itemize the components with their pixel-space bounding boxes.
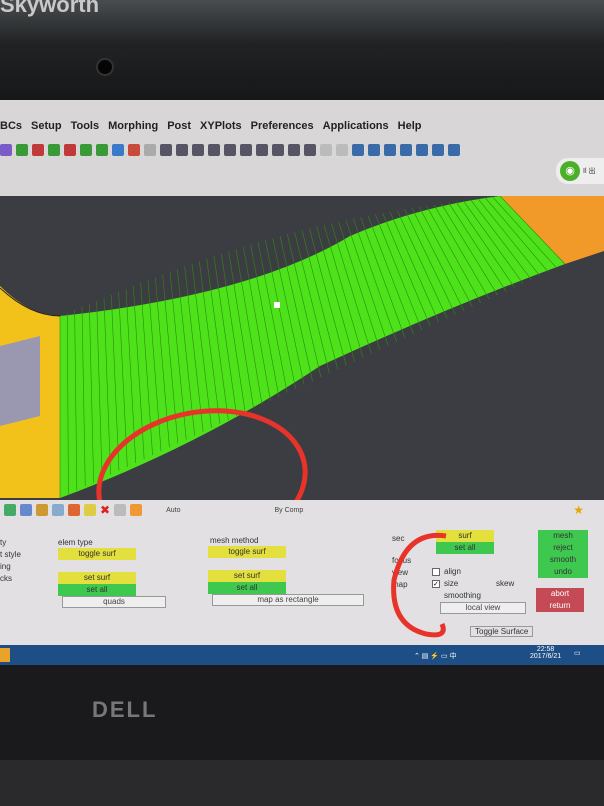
tool-icon[interactable] xyxy=(84,504,96,516)
menu-tools[interactable]: Tools xyxy=(71,120,100,138)
app-icon[interactable] xyxy=(0,648,10,662)
toolbar-icon[interactable] xyxy=(32,144,44,156)
elem-set-surf-button[interactable]: set surf xyxy=(58,572,136,584)
abort-button[interactable]: abort xyxy=(536,588,584,600)
skew-label: skew xyxy=(496,579,515,588)
laptop-bezel: Skyworth xyxy=(0,0,604,110)
undo-button[interactable]: undo xyxy=(538,566,588,578)
left-label: t style xyxy=(0,550,21,559)
toolbar-icon[interactable] xyxy=(240,144,252,156)
toolbar-icon[interactable] xyxy=(112,144,124,156)
menu-post[interactable]: Post xyxy=(167,120,191,138)
menu-applications[interactable]: Applications xyxy=(323,120,389,138)
toolbar-icon[interactable] xyxy=(416,144,428,156)
toolbar-icon[interactable] xyxy=(144,144,156,156)
toolbar-icon[interactable] xyxy=(96,144,108,156)
method-set-surf-button[interactable]: set surf xyxy=(208,570,286,582)
toolbar-icon[interactable] xyxy=(224,144,236,156)
toolbar-icon[interactable] xyxy=(64,144,76,156)
wifi-notification[interactable]: ◉ Il 出 xyxy=(556,158,604,184)
toolbar-icon[interactable] xyxy=(352,144,364,156)
by-comp-dropdown[interactable]: By Comp xyxy=(274,507,303,514)
toolbar-icon[interactable] xyxy=(384,144,396,156)
toolbar-icon[interactable] xyxy=(336,144,348,156)
sticker-brand: Skyworth xyxy=(0,0,100,17)
dell-logo: DELL xyxy=(92,697,158,722)
clock[interactable]: 22:58 2017/6/21 xyxy=(530,646,561,660)
menu-help[interactable]: Help xyxy=(398,120,422,138)
toolbar-icon[interactable] xyxy=(288,144,300,156)
auto-dropdown[interactable]: Auto xyxy=(166,507,180,514)
toolbar-icon[interactable] xyxy=(400,144,412,156)
toolbar-icon[interactable] xyxy=(304,144,316,156)
mesh-method-label: mesh method xyxy=(210,536,259,545)
menu-bcs[interactable]: BCs xyxy=(0,120,22,138)
menu-preferences[interactable]: Preferences xyxy=(251,120,314,138)
toolbar-icon[interactable] xyxy=(80,144,92,156)
toolbar-icon[interactable] xyxy=(160,144,172,156)
tool-icon[interactable] xyxy=(68,504,80,516)
toolbar-icon[interactable] xyxy=(192,144,204,156)
tool-icon[interactable] xyxy=(4,504,16,516)
left-label: ty xyxy=(0,538,7,547)
keyboard-area xyxy=(0,760,604,806)
star-icon[interactable]: ★ xyxy=(573,503,584,517)
toolbar-icon[interactable] xyxy=(0,144,12,156)
toolbar-icon[interactable] xyxy=(16,144,28,156)
elem-toggle-surf-button[interactable]: toggle surf xyxy=(58,548,136,560)
left-label: ing xyxy=(0,562,11,571)
mesh-panel: ✖ Auto By Comp ★ ty t style ing cks elem… xyxy=(0,500,604,645)
windows-taskbar: ⌃ ▤ ⚡ ▭ 中 22:58 2017/6/21 ▭ xyxy=(0,645,604,665)
method-toggle-surf-button[interactable]: toggle surf xyxy=(208,546,286,558)
method-set-all-button[interactable]: set all xyxy=(208,582,286,594)
notification-icon[interactable]: ▭ xyxy=(574,649,581,657)
toolbar-icon[interactable] xyxy=(208,144,220,156)
annotation-circle-right xyxy=(391,532,447,638)
status-bar: Toggle Surface xyxy=(470,626,534,637)
tool-icon[interactable] xyxy=(114,504,127,516)
toolbar-icon[interactable] xyxy=(256,144,268,156)
smooth-button[interactable]: smooth xyxy=(538,554,588,566)
tool-icon[interactable] xyxy=(130,504,143,516)
menu-xyplots[interactable]: XYPlots xyxy=(200,120,242,138)
menu-bar: BCs Setup Tools Morphing Post XYPlots Pr… xyxy=(0,120,421,138)
tray-icons[interactable]: ⌃ ▤ ⚡ ▭ 中 xyxy=(414,651,457,661)
screen: BCs Setup Tools Morphing Post XYPlots Pr… xyxy=(0,100,604,665)
elem-type-select[interactable]: quads xyxy=(62,596,166,608)
toolbar-icon[interactable] xyxy=(176,144,188,156)
tool-icon[interactable] xyxy=(20,504,32,516)
secondary-toolbar: ✖ Auto By Comp ★ xyxy=(0,500,604,520)
elem-type-label: elem type xyxy=(58,538,93,547)
wifi-icon: ◉ xyxy=(560,161,580,181)
toolbar-icon[interactable] xyxy=(368,144,380,156)
tool-icon[interactable] xyxy=(36,504,48,516)
menu-setup[interactable]: Setup xyxy=(31,120,62,138)
menu-morphing[interactable]: Morphing xyxy=(108,120,158,138)
toolbar-icon[interactable] xyxy=(48,144,60,156)
main-toolbar xyxy=(0,140,560,160)
toolbar-icon[interactable] xyxy=(448,144,460,156)
return-button[interactable]: return xyxy=(536,600,584,612)
left-label: cks xyxy=(0,574,12,583)
webcam xyxy=(96,58,114,76)
elem-set-all-button[interactable]: set all xyxy=(58,584,136,596)
mesh-button[interactable]: mesh xyxy=(538,530,588,542)
toolbar-icon[interactable] xyxy=(320,144,332,156)
toolbar-icon[interactable] xyxy=(272,144,284,156)
surface-grey-left xyxy=(0,336,40,426)
mesh-method-select[interactable]: map as rectangle xyxy=(212,594,364,606)
toolbar-icon[interactable] xyxy=(128,144,140,156)
tool-icon[interactable] xyxy=(52,504,64,516)
toolbar-icon[interactable] xyxy=(432,144,444,156)
delete-icon[interactable]: ✖ xyxy=(100,503,110,517)
reject-button[interactable]: reject xyxy=(538,542,588,554)
